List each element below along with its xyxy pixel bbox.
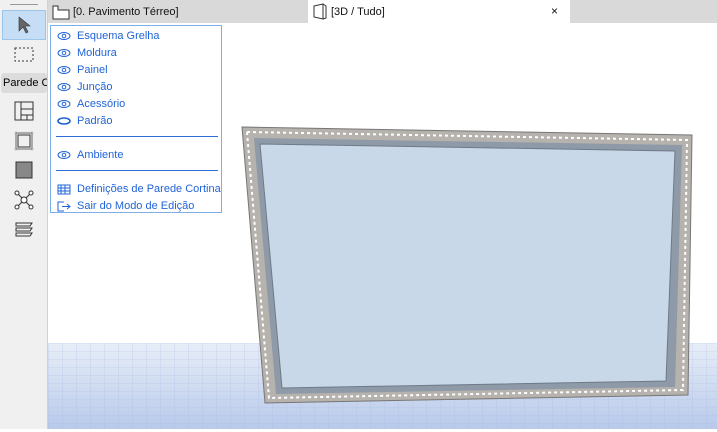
accessory-tool-button[interactable]: [2, 214, 46, 244]
eye-icon: [57, 83, 71, 91]
frame-icon: [14, 131, 34, 151]
menu-item-exit-edit-mode[interactable]: Sair do Modo de Edição: [57, 198, 194, 214]
accessory-icon: [15, 222, 33, 237]
toolbox: Parede C: [0, 0, 48, 429]
3d-window-icon: [313, 3, 327, 20]
menu-label: Painel: [77, 64, 108, 76]
glass-panel: [259, 143, 676, 389]
menu-item-ambiente[interactable]: Ambiente: [57, 147, 123, 163]
menu-label: Junção: [77, 81, 113, 93]
tab-3d[interactable]: [3D / Tudo] ×: [308, 0, 570, 23]
drag-handle[interactable]: [10, 4, 38, 5]
menu-item-esquema-grelha[interactable]: Esquema Grelha: [57, 28, 160, 44]
tab-label: [3D / Tudo]: [331, 5, 385, 18]
menu-label: Esquema Grelha: [77, 30, 160, 42]
menu-item-settings[interactable]: Definições de Parede Cortina: [57, 181, 221, 197]
panel-icon: [15, 161, 33, 179]
menu-label: Moldura: [77, 47, 117, 59]
menu-divider: [56, 170, 218, 171]
grid-settings-icon: [57, 184, 71, 194]
eye-icon: [57, 49, 71, 57]
curtain-scheme-tool-button[interactable]: [2, 96, 46, 126]
menu-divider: [56, 136, 218, 137]
junction-icon: [14, 190, 34, 210]
eye-icon: [57, 151, 71, 159]
menu-item-painel[interactable]: Painel: [57, 62, 108, 78]
eye-icon: [57, 100, 71, 108]
curtain-wall[interactable]: [241, 126, 693, 404]
menu-label: Ambiente: [77, 149, 124, 161]
menu-item-juncao[interactable]: Junção: [57, 79, 112, 95]
junction-tool-button[interactable]: [2, 185, 46, 215]
menu-item-padrao[interactable]: Padrão: [57, 113, 112, 129]
frame-tool-button[interactable]: [2, 126, 46, 156]
eye-icon: [57, 32, 71, 40]
exit-icon: [57, 201, 71, 211]
tab-floor-plan[interactable]: [0. Pavimento Térreo]: [52, 0, 179, 23]
marquee-tool-button[interactable]: [2, 40, 46, 70]
tab-bar: [0. Pavimento Térreo] [3D / Tudo] ×: [48, 0, 717, 23]
menu-label: Definições de Parede Cortina: [77, 183, 221, 195]
menu-item-moldura[interactable]: Moldura: [57, 45, 117, 61]
floor-plan-icon: [52, 5, 70, 19]
menu-label: Acessório: [77, 98, 126, 110]
panel-tool-button[interactable]: [2, 155, 46, 185]
close-tab-button[interactable]: ×: [551, 4, 558, 18]
menu-label: Sair do Modo de Edição: [77, 200, 195, 212]
marquee-icon: [14, 47, 34, 62]
arrow-tool-button[interactable]: [2, 10, 46, 40]
curtain-wall-edit-menu: Esquema Grelha Moldura Painel Junção Ace…: [50, 25, 222, 213]
eye-icon: [57, 66, 71, 74]
tool-group-label: Parede C: [1, 73, 47, 93]
tab-label: [0. Pavimento Térreo]: [73, 5, 179, 18]
arrow-icon: [18, 16, 31, 34]
menu-label: Padrão: [77, 115, 113, 127]
eye-closed-icon: [57, 117, 71, 125]
menu-item-acessorio[interactable]: Acessório: [57, 96, 125, 112]
grid-scheme-icon: [14, 101, 34, 121]
